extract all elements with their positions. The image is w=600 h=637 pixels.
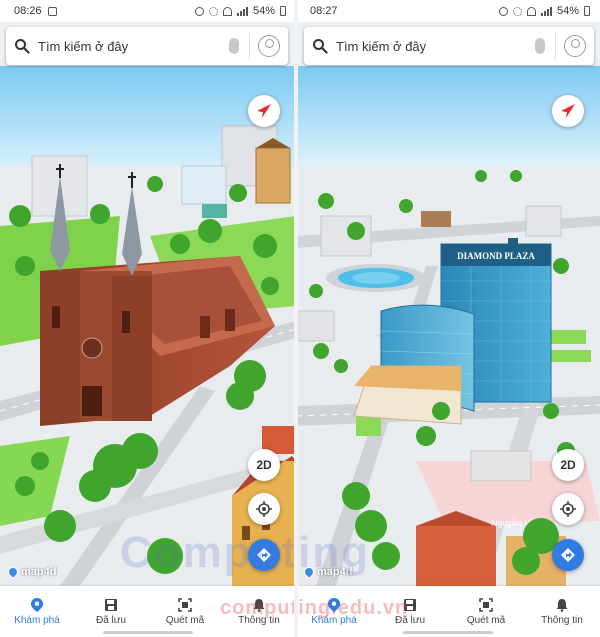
- nav-saved[interactable]: Đã lưu: [74, 586, 148, 637]
- toggle-2d-button[interactable]: 2D: [552, 449, 584, 481]
- nav-explore[interactable]: Khám phá: [296, 586, 372, 637]
- save-icon: [105, 598, 117, 611]
- nav-explore-label: Khám phá: [14, 614, 60, 626]
- bell-icon: [253, 598, 265, 612]
- nav-info-label: Thông tin: [238, 614, 280, 626]
- bottom-navigation: Khám phá Đã lưu Quét mã Thông tin: [296, 586, 600, 637]
- battery-icon: [584, 6, 590, 16]
- compass-icon: [561, 104, 575, 118]
- battery-percent: 54%: [252, 5, 275, 17]
- nav-saved-label: Đã lưu: [95, 614, 127, 626]
- signal-icon: [236, 6, 248, 16]
- microphone-icon[interactable]: [535, 38, 545, 54]
- qr-scan-icon: [479, 597, 493, 612]
- save-icon: [404, 598, 416, 611]
- map-view[interactable]: DIAMOND PLAZA Nguyễn Văn 2D map4d: [296, 66, 600, 586]
- microphone-icon[interactable]: [229, 38, 239, 54]
- status-bar: 08:27 54%: [296, 0, 600, 22]
- nav-saved-label: Đã lưu: [394, 614, 426, 626]
- crosshair-icon: [256, 501, 272, 517]
- map4d-logo-text: map4d: [21, 566, 57, 578]
- location-pin-icon: [327, 597, 341, 612]
- diamond-plaza-label: DIAMOND PLAZA: [457, 251, 535, 261]
- search-input[interactable]: Tìm kiếm ở đây: [336, 39, 535, 54]
- nav-scan-label: Quét mã: [466, 614, 506, 626]
- nav-info[interactable]: Thông tin: [222, 586, 296, 637]
- divider: [249, 33, 250, 59]
- search-bar[interactable]: Tìm kiếm ở đây: [6, 27, 288, 65]
- nav-scan[interactable]: Quét mã: [448, 586, 524, 637]
- directions-icon: [257, 548, 271, 562]
- map-view[interactable]: 2D map4d: [0, 66, 296, 586]
- status-bar: 08:26 54%: [0, 0, 296, 22]
- search-input[interactable]: Tìm kiếm ở đây: [38, 39, 229, 54]
- map4d-logo: map4d: [301, 564, 353, 580]
- location-pin-icon: [30, 597, 44, 612]
- nav-scan[interactable]: Quét mã: [148, 586, 222, 637]
- phone-screen-left: 08:26 54% Tìm kiếm ở đây 2D map4d Khám p…: [0, 0, 296, 637]
- qr-scan-icon: [178, 597, 192, 612]
- my-location-button[interactable]: [552, 493, 584, 525]
- crosshair-icon: [560, 501, 576, 517]
- user-avatar-icon[interactable]: [258, 35, 280, 57]
- toggle-2d-button[interactable]: 2D: [248, 449, 280, 481]
- compass-button[interactable]: [552, 95, 584, 127]
- search-icon: [15, 39, 30, 54]
- vibrate-icon: [512, 6, 522, 16]
- compass-button[interactable]: [248, 95, 280, 127]
- wifi-icon: [222, 6, 232, 16]
- directions-icon: [561, 548, 575, 562]
- nav-saved[interactable]: Đã lưu: [372, 586, 448, 637]
- map4d-pin-icon: [5, 564, 21, 580]
- user-avatar-icon[interactable]: [564, 35, 586, 57]
- alarm-icon: [498, 6, 508, 16]
- phone-screen-right: 08:27 54% Tìm kiếm ở đây DIAMOND PLAZA N…: [296, 0, 600, 637]
- search-icon: [313, 39, 328, 54]
- nav-info[interactable]: Thông tin: [524, 586, 600, 637]
- map4d-logo: map4d: [5, 564, 57, 580]
- battery-percent: 54%: [556, 5, 579, 17]
- wifi-icon: [526, 6, 536, 16]
- toggle-2d-label: 2D: [560, 458, 576, 472]
- status-time: 08:26: [14, 5, 42, 17]
- nav-scan-label: Quét mã: [165, 614, 205, 626]
- divider: [555, 33, 556, 59]
- alarm-icon: [194, 6, 204, 16]
- toggle-2d-label: 2D: [256, 458, 272, 472]
- home-indicator: [403, 631, 493, 634]
- directions-button[interactable]: [248, 539, 280, 571]
- home-indicator: [103, 631, 193, 634]
- signal-icon: [540, 6, 552, 16]
- nav-explore[interactable]: Khám phá: [0, 586, 74, 637]
- vibrate-icon: [208, 6, 218, 16]
- screen-divider: [294, 0, 298, 637]
- bell-icon: [556, 598, 568, 612]
- nav-info-label: Thông tin: [541, 614, 583, 626]
- map4d-pin-icon: [301, 564, 317, 580]
- directions-button[interactable]: [552, 539, 584, 571]
- my-location-button[interactable]: [248, 493, 280, 525]
- gallery-icon: [47, 6, 57, 16]
- bottom-navigation: Khám phá Đã lưu Quét mã Thông tin: [0, 586, 296, 637]
- nav-explore-label: Khám phá: [311, 614, 357, 626]
- battery-icon: [280, 6, 286, 16]
- compass-icon: [257, 104, 271, 118]
- status-time: 08:27: [310, 5, 338, 17]
- search-bar[interactable]: Tìm kiếm ở đây: [304, 27, 594, 65]
- map4d-logo-text: map4d: [317, 566, 353, 578]
